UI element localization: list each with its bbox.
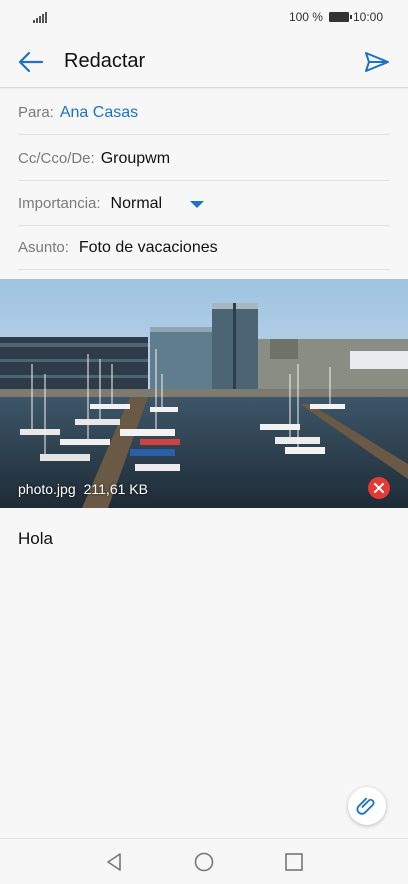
cc-field[interactable]: Cc/Cco/De: Groupwm: [18, 137, 390, 181]
importance-select[interactable]: Normal: [111, 195, 163, 213]
cc-label: Cc/Cco/De:: [18, 150, 95, 167]
attachment-preview[interactable]: photo.jpg 211,61 KB: [0, 279, 408, 508]
importance-label: Importancia:: [18, 195, 101, 212]
app-bar: Redactar: [0, 36, 408, 88]
cc-value[interactable]: Groupwm: [101, 150, 170, 168]
nav-recents-button[interactable]: [283, 851, 305, 873]
attachment-caption: photo.jpg 211,61 KB: [18, 481, 148, 497]
send-button[interactable]: [364, 50, 390, 74]
page-title: Redactar: [64, 50, 146, 72]
clock: 10:00: [352, 10, 383, 24]
attachment-filename: photo.jpg: [18, 481, 76, 497]
attachment-size: 211,61 KB: [83, 481, 148, 497]
message-body[interactable]: Hola: [18, 529, 53, 549]
nav-home-button[interactable]: [193, 851, 215, 873]
signal-icon: [33, 11, 47, 23]
battery-percentage: 100 %: [288, 10, 323, 24]
nav-home-icon: [194, 852, 214, 872]
nav-recents-icon: [285, 853, 303, 871]
navigation-bar: [0, 838, 408, 884]
battery-icon: [328, 12, 352, 22]
status-right: 100 % 10:00: [289, 10, 383, 24]
to-field[interactable]: Para: Ana Casas: [18, 91, 390, 135]
subject-input[interactable]: Foto de vacaciones: [79, 239, 218, 257]
nav-back-icon: [107, 853, 121, 871]
dropdown-arrow-icon[interactable]: [190, 201, 205, 208]
attach-button[interactable]: [348, 787, 386, 825]
subject-label: Asunto:: [18, 239, 69, 256]
send-icon: [365, 52, 389, 72]
status-bar: 100 % 10:00: [0, 0, 408, 36]
harbor-photo: [0, 279, 408, 508]
subject-field[interactable]: Asunto: Foto de vacaciones: [18, 226, 390, 270]
back-button[interactable]: [18, 50, 44, 74]
remove-attachment-button[interactable]: [368, 477, 390, 499]
to-label: Para:: [18, 104, 54, 121]
remove-icon: [374, 483, 384, 493]
nav-back-button[interactable]: [103, 851, 125, 873]
paperclip-icon: [356, 797, 375, 815]
to-recipient[interactable]: Ana Casas: [60, 104, 138, 122]
importance-field[interactable]: Importancia: Normal: [18, 182, 390, 226]
back-arrow-icon: [18, 51, 44, 73]
